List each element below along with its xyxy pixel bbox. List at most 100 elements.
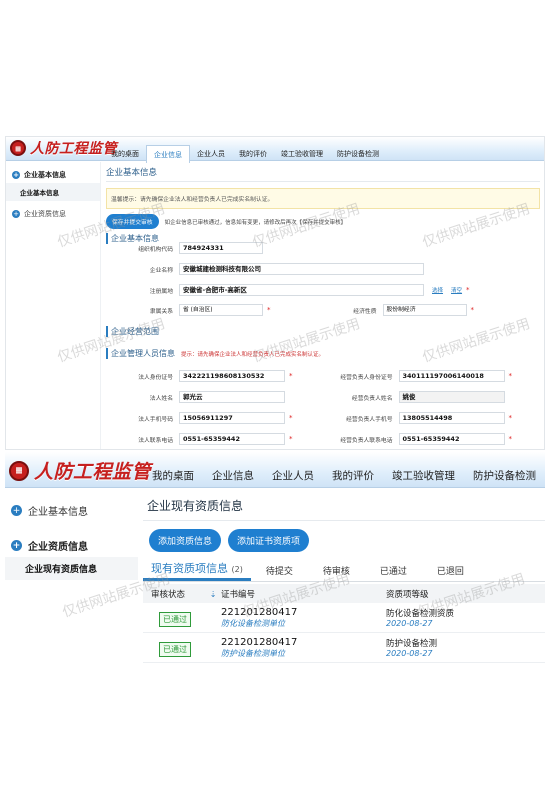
sidebar-section-label: 企业资质信息 <box>28 542 88 553</box>
sidebar-item-basic-info[interactable]: 企业基本信息 <box>6 183 100 201</box>
mgr-tel-field[interactable]: 0551-65359442 <box>398 433 505 445</box>
nav-evaluation[interactable]: 我的评价 <box>323 460 383 491</box>
sidebar-section-label: 企业资质信息 <box>24 210 66 218</box>
address-select-link[interactable]: 选择 <box>432 286 443 294</box>
economy-label: 经济性质 <box>353 308 377 315</box>
affiliation-select[interactable]: 省 (自治区) <box>179 304 263 316</box>
save-row: 保存并提交审核 如企业信息已审核通过，信息如有变更，请修改后再次【保存并提交审核… <box>106 214 540 229</box>
notice-banner: 温馨提示：请先确保企业法人和经营负责人已完成实名制认证。 <box>106 188 540 209</box>
sidebar-section-qualification[interactable]: + 企业资质信息 <box>6 201 100 222</box>
nav-staff[interactable]: 企业人员 <box>263 460 323 491</box>
company-name-field[interactable]: 安徽城建检测科技有限公司 <box>179 263 424 275</box>
economy-select[interactable]: 股份制经济 <box>382 304 467 316</box>
qualification-date: 2020-08-27 <box>386 649 433 658</box>
tel-row: 法人联系电话 0551-65359442 * 经营负责人联系电话 0551-65… <box>106 433 512 445</box>
section-heading-mgmt: 企业管理人员信息 <box>106 348 175 359</box>
nav-company-info[interactable]: 企业信息 <box>146 145 190 163</box>
nav-evaluation[interactable]: 我的评价 <box>232 145 274 163</box>
tab-pending-review[interactable]: 待审核 <box>308 564 365 581</box>
mgr-phone-field[interactable]: 13805514498 <box>398 412 505 424</box>
col-level-header: 资质项等级 <box>386 589 429 600</box>
company-name-label: 企业名称 <box>149 267 173 274</box>
address-field[interactable]: 安徽省-合肥市-高新区 <box>179 284 424 296</box>
qualification-date: 2020-08-27 <box>386 619 433 628</box>
qualification-level: 防护设备检测 <box>386 639 438 649</box>
plus-circle-icon: + <box>12 171 20 179</box>
mgr-name-field[interactable]: 姚俊 <box>398 391 505 403</box>
id-row: 法人身份证号 342221198608130532 * 经营负责人身份证号 34… <box>106 370 512 382</box>
affiliation-label: 隶属关系 <box>149 308 173 315</box>
org-code-field[interactable]: 784924331 <box>179 242 263 254</box>
nav-acceptance[interactable]: 竣工验收管理 <box>274 145 330 163</box>
action-buttons: 添加资质信息 添加证书资质项 <box>143 521 545 552</box>
logo-badge-icon: ▦ <box>10 140 26 156</box>
app-logo[interactable]: ▦ 人防工程监管 <box>9 457 151 484</box>
cert-number: 221201280417 <box>221 637 298 648</box>
main-nav: 我的桌面 企业信息 企业人员 我的评价 竣工验收管理 防护设备检测 <box>104 145 386 163</box>
company-name-row: 企业名称 安徽城建检测科技有限公司 <box>106 263 424 275</box>
tab-returned[interactable]: 已退回 <box>422 564 479 581</box>
sidebar-item-current-qualification[interactable]: 企业现有资质信息 <box>5 557 138 580</box>
plus-circle-icon: + <box>11 540 22 551</box>
nav-acceptance[interactable]: 竣工验收管理 <box>383 460 464 491</box>
legal-name-label: 法人姓名 <box>149 395 173 402</box>
col-status-header[interactable]: 审核状态 ⇣ <box>143 588 221 600</box>
sidebar-section-basic[interactable]: + 企业基本信息 <box>6 162 100 183</box>
nav-device-test[interactable]: 防护设备检测 <box>464 460 545 491</box>
table-row[interactable]: 已通过 221201280417 防化设备检测单位 防化设备检测资质 2020-… <box>143 603 545 633</box>
legal-name-field[interactable]: 郭光云 <box>179 391 285 403</box>
sidebar-section-basic[interactable]: + 企业基本信息 <box>5 489 138 522</box>
address-label: 注册属地 <box>149 288 173 295</box>
nav-desktop[interactable]: 我的桌面 <box>104 145 146 163</box>
save-submit-button[interactable]: 保存并提交审核 <box>106 214 159 229</box>
legal-phone-field[interactable]: 15056911297 <box>179 412 285 424</box>
section-heading-business: 企业经营范围 <box>106 326 159 337</box>
mgr-name-label: 经营负责人姓名 <box>351 395 393 402</box>
col-cert-header: 证书编号 <box>221 589 256 600</box>
table-header: 审核状态 ⇣ 证书编号 资质项等级 <box>143 584 545 603</box>
name-row: 法人姓名 郭光云 * 经营负责人姓名 姚俊 <box>106 391 505 403</box>
main-content: 企业基本信息 温馨提示：请先确保企业法人和经营负责人已完成实名制认证。 保存并提… <box>106 162 540 449</box>
app-logo[interactable]: ▦ 人防工程监管 <box>10 138 117 158</box>
legal-id-label: 法人身份证号 <box>138 374 173 381</box>
add-qualification-button[interactable]: 添加资质信息 <box>149 529 222 552</box>
cert-number: 221201280417 <box>221 607 298 618</box>
status-badge: 已通过 <box>159 612 191 627</box>
legal-phone-label: 法人手机号码 <box>138 416 173 423</box>
logo-badge-icon: ▦ <box>9 460 29 481</box>
required-mark: * <box>508 414 513 422</box>
cert-cell: 221201280417 防护设备检测单位 <box>221 637 386 659</box>
mgr-id-label: 经营负责人身份证号 <box>340 374 393 381</box>
mgr-phone-label: 经营负责人手机号 <box>346 416 393 423</box>
table-row[interactable]: 已通过 221201280417 防护设备检测单位 防护设备检测 2020-08… <box>143 633 545 663</box>
nav-company-info[interactable]: 企业信息 <box>203 460 263 491</box>
plus-circle-icon: + <box>12 210 20 218</box>
required-mark: * <box>466 286 470 294</box>
address-clear-link[interactable]: 清空 <box>451 286 462 294</box>
add-cert-item-button[interactable]: 添加证书资质项 <box>228 529 310 552</box>
tab-current-items[interactable]: 现有资质项信息 (2) <box>143 560 251 581</box>
nav-desktop[interactable]: 我的桌面 <box>143 460 203 491</box>
mgr-id-field[interactable]: 340111197006140018 <box>398 370 505 382</box>
sort-icon[interactable]: ⇣ <box>210 590 217 599</box>
nav-staff[interactable]: 企业人员 <box>190 145 232 163</box>
tab-pending-submit[interactable]: 待提交 <box>251 564 308 581</box>
required-mark: * <box>508 372 513 380</box>
status-cell: 已通过 <box>143 607 221 627</box>
main-content: 企业现有资质信息 添加资质信息 添加证书资质项 现有资质项信息 (2) 待提交 … <box>143 489 545 664</box>
phone-row: 法人手机号码 15056911297 * 经营负责人手机号 1380551449… <box>106 412 512 424</box>
screenshot-panel-qualification: ▦ 人防工程监管 我的桌面 企业信息 企业人员 我的评价 竣工验收管理 防护设备… <box>5 452 545 664</box>
status-cell: 已通过 <box>143 637 221 657</box>
legal-id-field[interactable]: 342221198608130532 <box>179 370 285 382</box>
level-cell: 防护设备检测 2020-08-27 <box>386 637 545 658</box>
nav-device-test[interactable]: 防护设备检测 <box>330 145 386 163</box>
status-tabs: 现有资质项信息 (2) 待提交 待审核 已通过 已退回 <box>143 562 545 582</box>
qualification-level: 防化设备检测资质 <box>386 609 455 619</box>
status-badge: 已通过 <box>159 642 191 657</box>
save-tip-text: 如企业信息已审核通过，信息如有变更，请修改后再次【保存并提交审核】 <box>164 219 347 226</box>
legal-tel-field[interactable]: 0551-65359442 <box>179 433 285 445</box>
main-nav: 我的桌面 企业信息 企业人员 我的评价 竣工验收管理 防护设备检测 <box>143 460 545 491</box>
legal-tel-label: 法人联系电话 <box>138 437 173 444</box>
sidebar-section-qualification[interactable]: + 企业资质信息 <box>5 522 138 557</box>
tab-approved[interactable]: 已通过 <box>365 564 422 581</box>
